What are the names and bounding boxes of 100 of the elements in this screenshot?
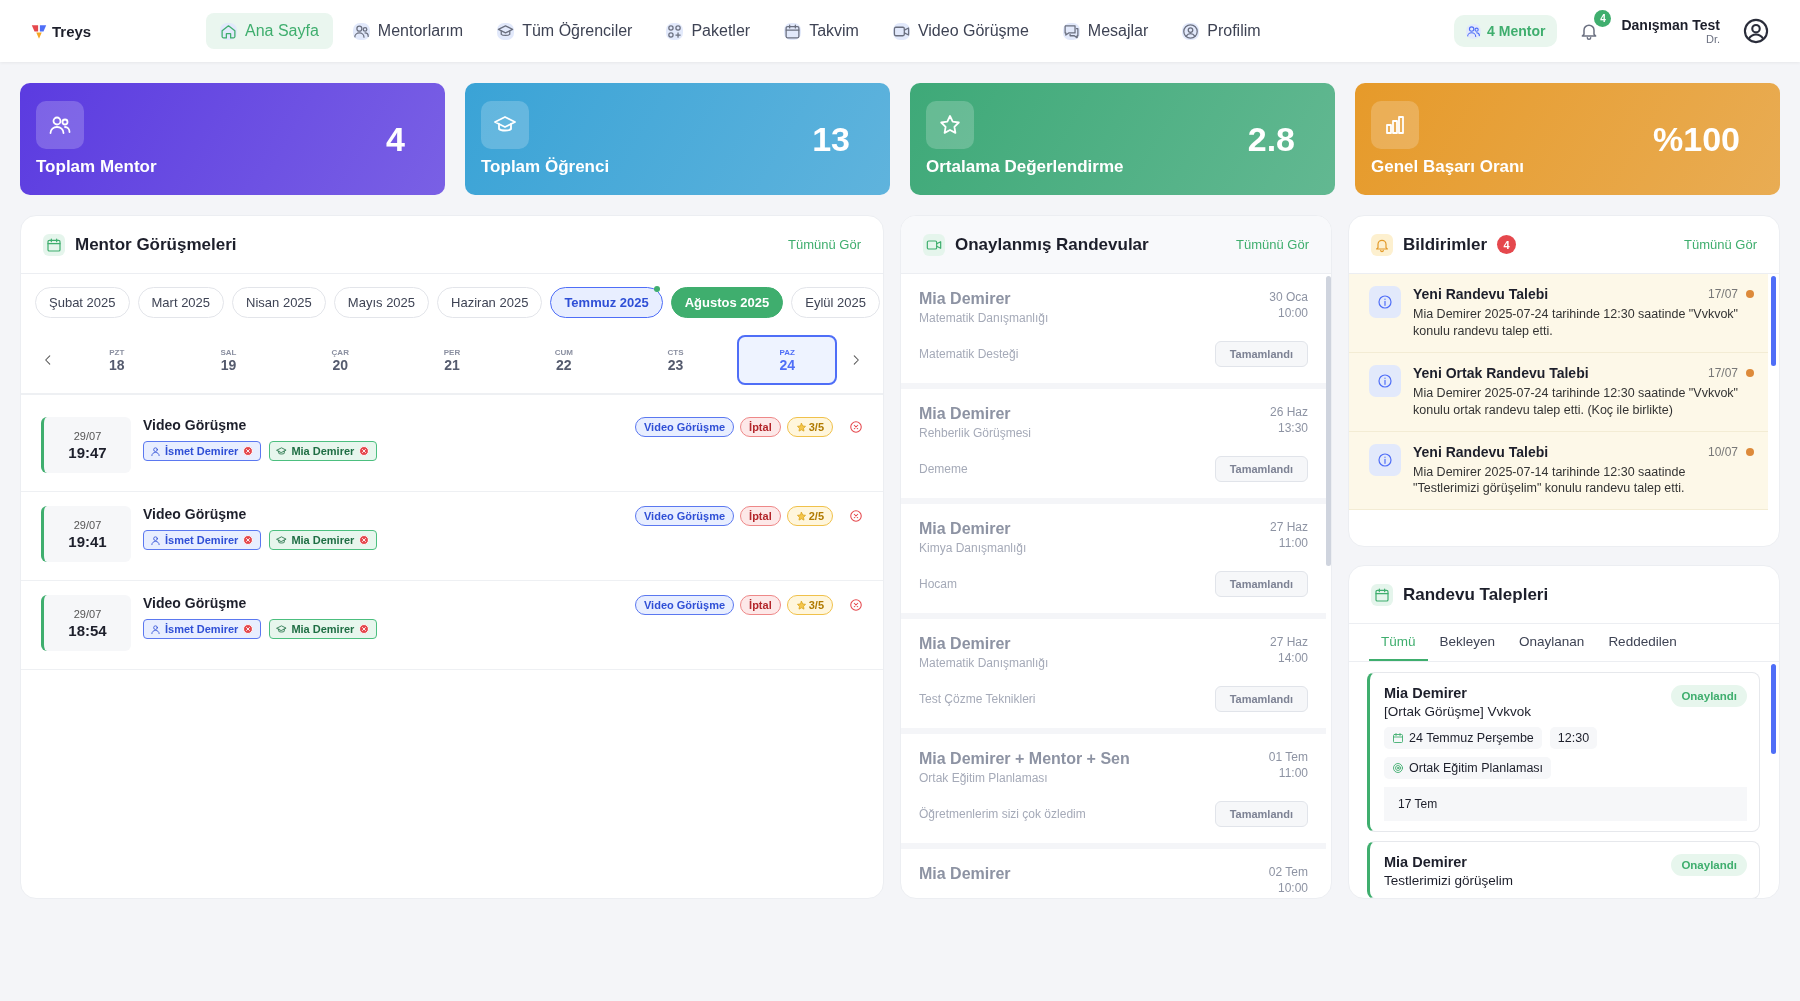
nav-tab[interactable]: Paketler bbox=[652, 13, 765, 49]
star-icon bbox=[795, 510, 807, 522]
nav-tab[interactable]: Mesajlar bbox=[1048, 13, 1163, 49]
day-tab[interactable]: CTS 23 bbox=[625, 335, 726, 385]
star-icon bbox=[795, 421, 807, 433]
day-tab[interactable]: PAZ 24 bbox=[737, 335, 838, 385]
request-subject: [Ortak Görüşme] Vvkvok bbox=[1384, 704, 1532, 719]
filter-tab[interactable]: Bekleyen bbox=[1427, 624, 1508, 661]
target-icon bbox=[1392, 762, 1404, 774]
completed-button[interactable]: Tamamlandı bbox=[1214, 686, 1308, 712]
stat-label: Toplam Öğrenci bbox=[481, 157, 611, 177]
close-icon[interactable] bbox=[849, 509, 863, 523]
student-tag: Mia Demirer bbox=[269, 441, 378, 461]
day-tab[interactable]: SAL 19 bbox=[178, 335, 279, 385]
month-tab[interactable]: Nisan 2025 bbox=[232, 287, 326, 318]
panel-title: Onaylanmış Randevular bbox=[955, 234, 1149, 255]
graduation-cap-icon bbox=[276, 623, 288, 635]
person-icon bbox=[150, 445, 161, 457]
stat-label: Toplam Mentor bbox=[36, 157, 158, 177]
status-badge: İptal bbox=[740, 417, 781, 437]
appointment-name: Mia Demirer bbox=[919, 290, 1012, 308]
date-chip: 24 Temmuz Perşembe bbox=[1384, 727, 1542, 749]
day-tab[interactable]: PZT 18 bbox=[66, 335, 167, 385]
meeting-time: 19:47 bbox=[68, 443, 107, 461]
video-camera-icon bbox=[892, 22, 910, 40]
close-icon[interactable] bbox=[849, 420, 863, 434]
user-name: Danışman Test bbox=[1621, 17, 1720, 33]
nav-tab[interactable]: Profilim bbox=[1168, 13, 1275, 49]
scrollbar[interactable] bbox=[1771, 664, 1776, 754]
month-tab[interactable]: Eylül 2025 bbox=[791, 287, 880, 318]
plan-chip: Ortak Eğitim Planlaması bbox=[1384, 757, 1552, 779]
info-icon bbox=[1377, 294, 1393, 310]
notification-date: 17/07 bbox=[1707, 365, 1738, 380]
appointment-time: 10:00 bbox=[1277, 306, 1308, 320]
calendar-icon bbox=[784, 22, 802, 40]
meeting-title: Video Görüşme bbox=[143, 595, 248, 611]
user-circle-icon[interactable] bbox=[1742, 17, 1770, 45]
appointment-time: 11:00 bbox=[1278, 536, 1308, 550]
notification-text: Mia Demirer 2025-07-24 tarihinde 12:30 saatinde "Vvkvok" konulu ortak randevu talep etti. (Koç ile birlikte) bbox=[1413, 384, 1740, 419]
meeting-date: 29/07 bbox=[73, 518, 102, 531]
filter-tab[interactable]: Reddedilen bbox=[1596, 624, 1689, 661]
request-subject: Testlerimizi görüşelim bbox=[1384, 873, 1514, 888]
time-chip: 12:30 bbox=[1549, 727, 1598, 749]
meeting-time: 19:41 bbox=[68, 532, 107, 550]
completed-button[interactable]: Tamamlandı bbox=[1214, 341, 1308, 367]
graduation-cap-icon bbox=[276, 445, 288, 457]
month-tab[interactable]: Mart 2025 bbox=[137, 287, 225, 318]
note-text: 17 Tem bbox=[1398, 797, 1438, 811]
day-tab[interactable]: ÇAR 20 bbox=[290, 335, 391, 385]
month-tab[interactable]: Haziran 2025 bbox=[437, 287, 543, 318]
panel-title: Bildirimler bbox=[1403, 234, 1488, 255]
completed-button[interactable]: Tamamlandı bbox=[1214, 571, 1308, 597]
bar-chart-icon bbox=[1383, 113, 1407, 137]
month-tab[interactable]: Temmuz 2025 bbox=[550, 287, 663, 318]
rating-badge: 3/5 bbox=[786, 417, 833, 437]
people-icon bbox=[1466, 23, 1482, 39]
rating-badge: 3/5 bbox=[786, 595, 833, 615]
completed-button[interactable]: Tamamlandı bbox=[1214, 456, 1308, 482]
appointment-name: Mia Demirer bbox=[919, 865, 1011, 883]
notification-title: Yeni Ortak Randevu Talebi bbox=[1413, 364, 1590, 381]
nav-tab[interactable]: Mentorlarım bbox=[338, 13, 478, 49]
close-icon[interactable] bbox=[849, 598, 863, 612]
month-tab[interactable]: Mayıs 2025 bbox=[333, 287, 430, 318]
status-badge: Onaylandı bbox=[1671, 854, 1747, 876]
nav-tab[interactable]: Tüm Öğrenciler bbox=[483, 13, 647, 49]
notification-text: Mia Demirer 2025-07-14 tarihinde 12:30 saatinde "Testlerimizi görüşelim" konulu randevu talep etti. bbox=[1413, 463, 1687, 498]
nav-tab[interactable]: Video Görüşme bbox=[878, 13, 1043, 49]
calendar-icon bbox=[46, 236, 62, 253]
day-tab[interactable]: PER 21 bbox=[402, 335, 502, 385]
appointment-date: 27 Haz bbox=[1269, 520, 1308, 534]
meeting-time: 18:54 bbox=[68, 621, 107, 639]
day-tab[interactable]: CUM 22 bbox=[513, 335, 614, 385]
month-tab[interactable]: Şubat 2025 bbox=[35, 287, 130, 318]
filter-tab[interactable]: Onaylanan bbox=[1507, 624, 1597, 661]
type-badge: Video Görüşme bbox=[634, 506, 735, 526]
home-icon bbox=[220, 22, 237, 40]
request-name: Mia Demirer bbox=[1384, 685, 1468, 701]
scrollbar[interactable] bbox=[1771, 276, 1776, 366]
completed-button[interactable]: Tamamlandı bbox=[1214, 801, 1308, 827]
mentor-tag: İsmet Demirer bbox=[143, 530, 262, 550]
student-tag: Mia Demirer bbox=[269, 619, 378, 639]
appointment-name: Mia Demirer bbox=[919, 405, 1012, 423]
people-icon bbox=[352, 22, 370, 40]
nav-tab[interactable]: Takvim bbox=[770, 13, 873, 49]
rating-badge: 2/5 bbox=[786, 506, 833, 526]
type-badge: Video Görüşme bbox=[634, 417, 735, 437]
logo-icon bbox=[30, 22, 48, 40]
status-badge: İptal bbox=[740, 506, 781, 526]
appointment-time: 13:30 bbox=[1277, 421, 1308, 435]
notification-date: 10/07 bbox=[1707, 444, 1738, 459]
person-icon bbox=[150, 623, 161, 635]
mentor-tag: İsmet Demirer bbox=[143, 441, 262, 461]
logo-text: Treys bbox=[52, 22, 92, 40]
user-circle-icon bbox=[1182, 22, 1200, 40]
appointment-service: Matematik Danışmanlığı bbox=[919, 311, 1049, 325]
appointment-date: 26 Haz bbox=[1269, 405, 1308, 419]
request-name: Mia Demirer bbox=[1384, 854, 1468, 870]
appointment-note: Hocam bbox=[919, 577, 957, 591]
scrollbar[interactable] bbox=[1326, 276, 1331, 566]
meeting-title: Video Görüşme bbox=[143, 417, 248, 433]
